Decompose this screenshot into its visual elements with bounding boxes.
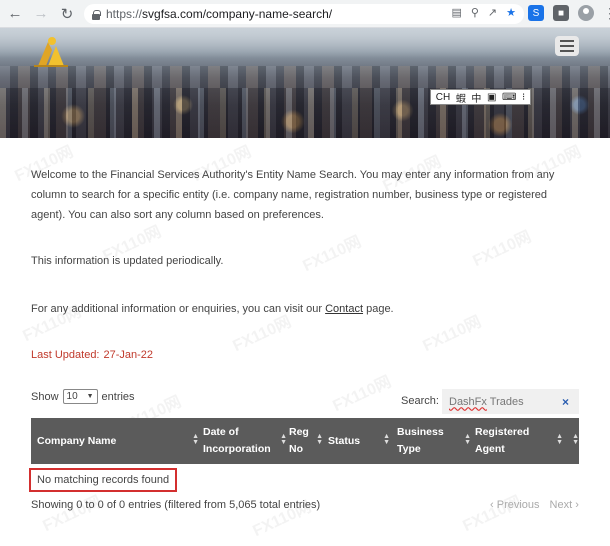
extension-icon[interactable]: S	[528, 5, 544, 21]
column-extra[interactable]: ▲ ▼	[567, 418, 579, 464]
bookmark-star-icon[interactable]: ★	[506, 6, 516, 19]
ime-toolbar[interactable]: CH 蝦 中 ▣ ⌨ ⁝	[430, 89, 531, 105]
hamburger-menu-button[interactable]	[555, 36, 579, 56]
clear-search-icon[interactable]: ×	[562, 395, 569, 409]
puzzle-icon[interactable]: ■	[553, 5, 569, 21]
page-content: Welcome to the Financial Services Author…	[31, 165, 576, 315]
ime-punct[interactable]: ▣	[487, 92, 496, 103]
sort-icon: ▲ ▼	[572, 433, 579, 446]
fsa-logo[interactable]	[32, 34, 72, 68]
column-registered-agent[interactable]: Registered Agent ▲ ▼	[475, 418, 567, 464]
column-company-name[interactable]: Company Name ▲ ▼	[37, 418, 203, 464]
back-icon[interactable]: ←	[4, 3, 26, 25]
translate-icon[interactable]: ▤	[451, 6, 461, 19]
ime-more[interactable]: ⁝	[522, 92, 525, 103]
profile-avatar[interactable]	[578, 5, 594, 21]
chevron-down-icon: ▼	[86, 393, 94, 400]
updated-note: This information is updated periodically…	[31, 255, 224, 267]
sort-icon: ▲ ▼	[464, 433, 471, 446]
reload-icon[interactable]: ↻	[56, 3, 78, 25]
zoom-icon[interactable]: ⚲	[471, 6, 479, 19]
ime-chinese[interactable]: 中	[471, 90, 481, 105]
previous-button[interactable]: ‹ Previous	[490, 499, 540, 511]
sort-icon: ▲ ▼	[192, 433, 199, 446]
column-status[interactable]: Status ▲ ▼	[328, 418, 394, 464]
contact-paragraph: For any additional information or enquir…	[31, 303, 394, 315]
hero-banner: CH 蝦 中 ▣ ⌨ ⁝	[0, 28, 610, 138]
sort-icon: ▲ ▼	[383, 433, 390, 446]
search-label: Search:	[401, 395, 439, 407]
sort-icon: ▲ ▼	[316, 433, 323, 446]
empty-table-message: No matching records found	[29, 468, 177, 492]
url-text: https://svgfsa.com/company-name-search/	[106, 7, 333, 21]
next-button[interactable]: Next ›	[550, 499, 579, 511]
ime-mode[interactable]: 蝦	[456, 90, 466, 105]
sort-icon: ▲ ▼	[556, 433, 563, 446]
last-updated: Last Updated: 27-Jan-22	[31, 349, 154, 361]
address-bar[interactable]: https://svgfsa.com/company-name-search/ …	[84, 4, 524, 24]
search-input[interactable]: DashFx Trades ×	[442, 389, 579, 414]
lock-icon	[92, 9, 101, 20]
kebab-menu-icon[interactable]: ⋮	[603, 6, 610, 20]
column-reg-no[interactable]: Reg No ▲ ▼	[289, 418, 327, 464]
browser-toolbar: ← → ↻ https://svgfsa.com/company-name-se…	[0, 0, 610, 28]
page-length-select[interactable]: 10 ▼	[62, 389, 98, 404]
contact-link[interactable]: Contact	[325, 303, 363, 315]
table-info: Showing 0 to 0 of 0 entries (filtered fr…	[31, 499, 321, 511]
sort-icon: ▲ ▼	[280, 433, 287, 446]
table-header: Company Name ▲ ▼ Date of Incorporation ▲ ▼ …	[31, 418, 579, 464]
page-length-control: Show 10 ▼ entries	[31, 389, 135, 404]
column-business-type[interactable]: Business Type ▲ ▼	[397, 418, 475, 464]
forward-icon[interactable]: →	[30, 3, 52, 25]
column-date-of-incorporation[interactable]: Date of Incorporation ▲ ▼	[203, 418, 291, 464]
pagination: ‹ Previous Next ›	[490, 499, 579, 511]
intro-text: Welcome to the Financial Services Author…	[31, 169, 555, 221]
ime-keyboard[interactable]: ⌨	[502, 92, 516, 103]
ime-lang[interactable]: CH	[436, 92, 450, 103]
share-icon[interactable]: ↗	[488, 6, 497, 19]
